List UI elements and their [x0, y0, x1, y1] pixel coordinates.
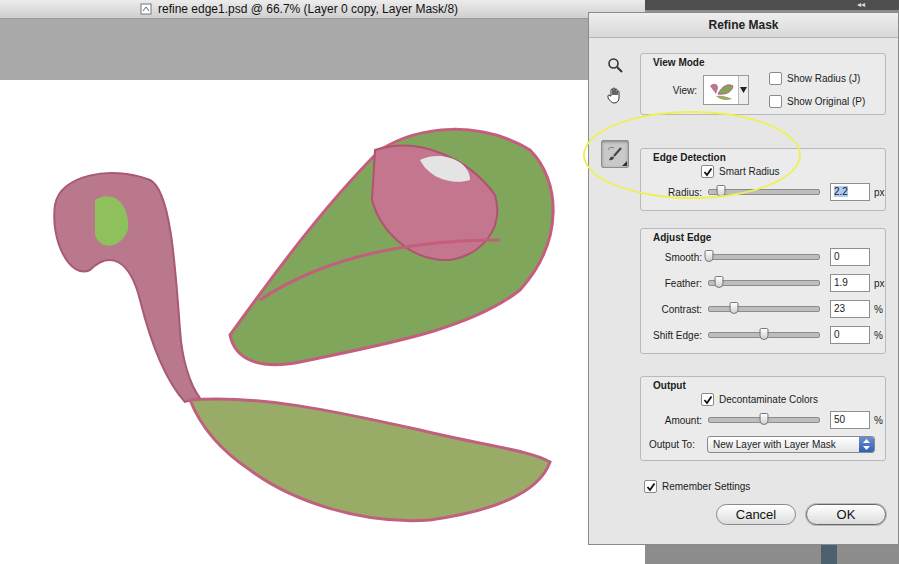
view-label: View: — [649, 85, 703, 96]
value-field[interactable]: 2.2 — [830, 183, 870, 201]
value-field[interactable]: 1.9 — [830, 274, 870, 292]
view-thumbnail-icon — [706, 78, 736, 102]
checkbox[interactable] — [701, 393, 714, 406]
slider-row: Contrast:23% — [649, 296, 879, 322]
view-option[interactable]: Show Original (P) — [769, 94, 865, 109]
output-to-label: Output To: — [649, 439, 707, 450]
slider-row: Shift Edge:0% — [649, 322, 879, 348]
options-area — [0, 19, 645, 80]
value-field[interactable]: 23 — [830, 300, 870, 318]
panel-header: ◂◂ — [645, 0, 899, 10]
slider-row: Feather:1.9px — [649, 270, 879, 296]
remember-settings-checkbox[interactable]: Remember Settings — [640, 479, 886, 494]
dropdown-arrow-icon — [740, 86, 747, 94]
document-titlebar: refine edge1.psd @ 66.7% (Layer 0 copy, … — [0, 0, 645, 19]
output-section: OutputDecontaminate ColorsAmount:50% Outp… — [640, 376, 886, 461]
slider-track[interactable] — [708, 254, 820, 260]
refine-mask-dialog: Refine Mask View Mode View: Show Radius (J)… — [588, 12, 899, 545]
document-window: refine edge1.psd @ 66.7% (Layer 0 copy, … — [0, 0, 645, 564]
brush-icon — [605, 144, 625, 164]
slider-thumb[interactable] — [705, 250, 714, 262]
slider-track[interactable] — [708, 189, 820, 195]
document-icon — [140, 3, 152, 15]
hand-tool[interactable] — [604, 84, 626, 106]
slider-track[interactable] — [708, 280, 820, 286]
value-field[interactable]: 50 — [830, 411, 870, 429]
decontaminate-checkbox[interactable]: Decontaminate Colors — [649, 392, 879, 407]
view-mode-section: View Mode View: Show Radius (J) Show Origin… — [640, 53, 886, 115]
adjust-edge-section: Adjust EdgeSmooth:0Feather:1.9pxContrast… — [640, 228, 886, 354]
highlight-ellipse — [583, 111, 801, 199]
view-dropdown[interactable] — [703, 75, 749, 105]
view-option[interactable]: Show Radius (J) — [769, 71, 865, 86]
updown-arrow-icon — [863, 439, 870, 450]
photoshop-screen: refine edge1.psd @ 66.7% (Layer 0 copy, … — [0, 0, 899, 564]
value-field[interactable]: 0 — [830, 248, 870, 266]
slider-row: Smooth:0 — [649, 244, 879, 270]
value-field[interactable]: 0 — [830, 326, 870, 344]
slider-thumb[interactable] — [760, 328, 769, 340]
dialog-title: Refine Mask — [708, 18, 778, 32]
slider-track[interactable] — [708, 306, 820, 312]
flyout-icon — [622, 161, 627, 166]
check-icon — [703, 167, 713, 177]
slider-thumb[interactable] — [730, 302, 739, 314]
radius-slider-row: Radius:2.2px — [649, 179, 879, 205]
check-icon — [646, 482, 656, 492]
checkbox[interactable] — [644, 480, 657, 493]
slider-track[interactable] — [708, 417, 820, 423]
section-heading: Output — [649, 379, 879, 392]
checkbox[interactable] — [769, 95, 782, 108]
output-to-select[interactable]: New Layer with Layer Mask — [707, 436, 875, 453]
slider-thumb[interactable] — [717, 185, 726, 197]
slider-thumb[interactable] — [760, 413, 769, 425]
edge-detection-section: Edge DetectionSmart RadiusRadius:2.2px — [640, 148, 886, 211]
section-heading: View Mode — [649, 56, 879, 69]
magnifier-icon — [607, 57, 623, 73]
zoom-tool[interactable] — [604, 54, 626, 76]
amount-slider-row: Amount:50% — [649, 407, 879, 433]
slider-thumb[interactable] — [714, 276, 723, 288]
document-title: refine edge1.psd @ 66.7% (Layer 0 copy, … — [158, 2, 458, 16]
smart-radius-checkbox[interactable]: Smart Radius — [649, 164, 879, 179]
hand-icon — [606, 86, 624, 104]
canvas[interactable] — [0, 80, 645, 564]
refine-radius-tool[interactable] — [601, 140, 629, 168]
section-heading: Edge Detection — [649, 151, 879, 164]
slider-track[interactable] — [708, 332, 820, 338]
collapse-button[interactable]: ◂◂ — [857, 0, 865, 10]
section-heading: Adjust Edge — [649, 231, 879, 244]
check-icon — [703, 395, 713, 405]
tool-column — [589, 38, 640, 525]
checkbox[interactable] — [701, 165, 714, 178]
leaf-photo — [0, 80, 640, 564]
dialog-titlebar: Refine Mask — [589, 13, 898, 38]
dialog-button[interactable]: OK — [806, 504, 886, 525]
dialog-button[interactable]: Cancel — [716, 504, 796, 525]
checkbox[interactable] — [769, 72, 782, 85]
